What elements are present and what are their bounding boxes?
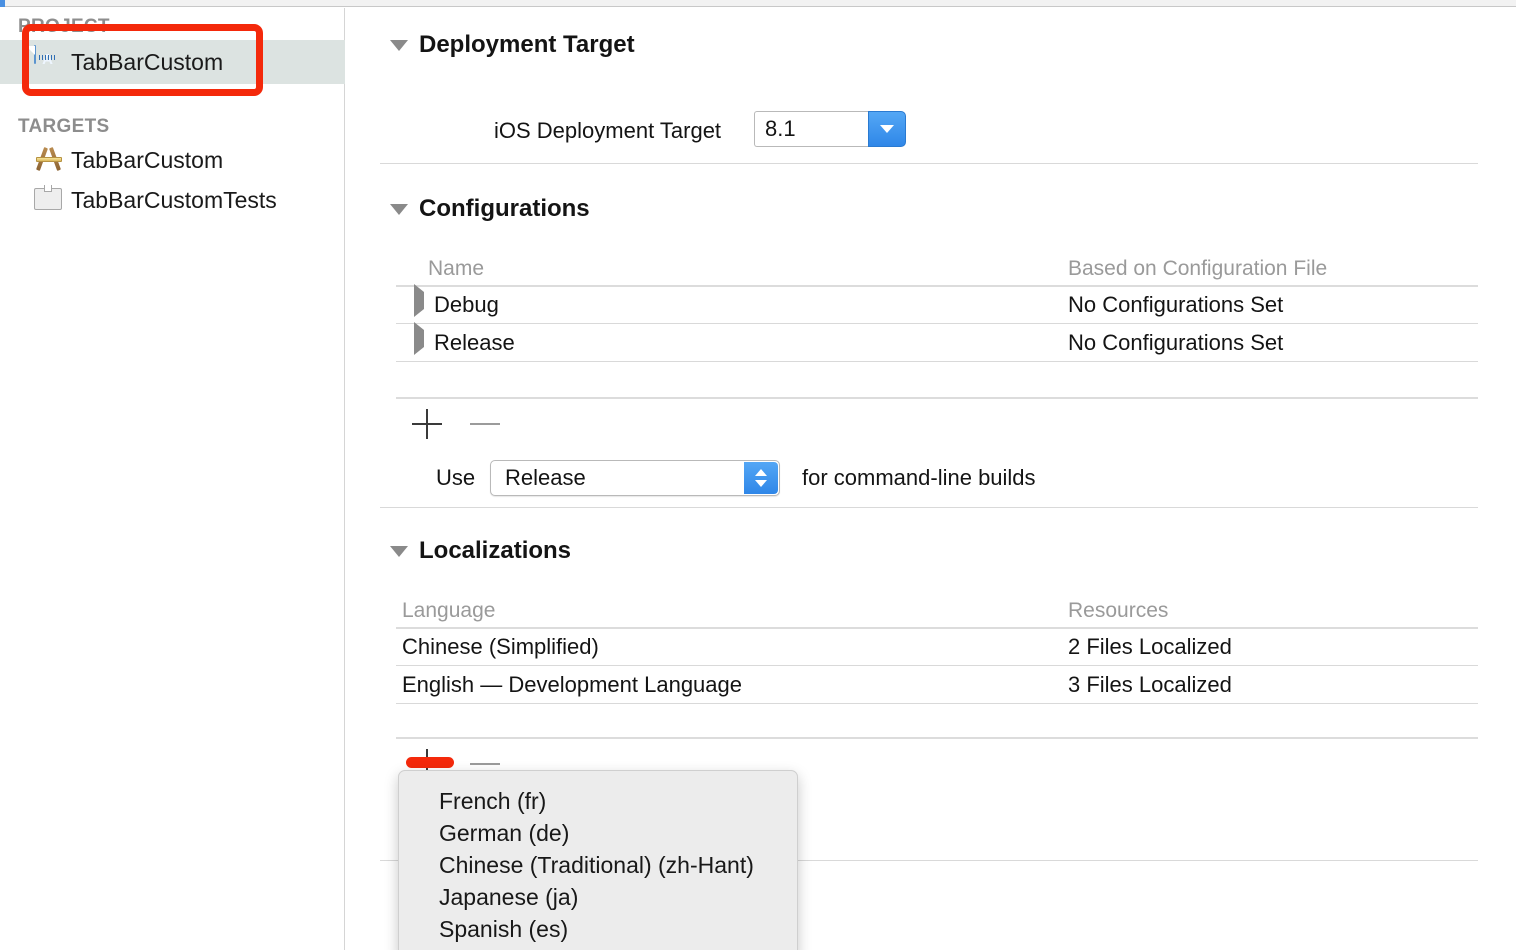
- configurations-section-header[interactable]: Configurations: [390, 195, 590, 223]
- disclosure-triangle-down-icon[interactable]: [390, 203, 408, 215]
- configuration-based-on: No Configurations Set: [1068, 292, 1284, 317]
- sidebar-item-target-tabbarcustom[interactable]: TabBarCustom: [0, 138, 345, 182]
- section-divider: [380, 507, 1478, 508]
- table-footer-rule: [396, 737, 1478, 739]
- menu-item-french[interactable]: French (fr): [399, 785, 797, 817]
- chevron-down-icon[interactable]: [868, 111, 906, 147]
- table-header-rule: [396, 285, 1478, 287]
- language-dropdown-menu[interactable]: French (fr) German (de) Chinese (Traditi…: [398, 770, 798, 950]
- row-divider: [396, 665, 1478, 666]
- row-divider: [396, 323, 1478, 324]
- window-top-strip: [0, 0, 1516, 7]
- disclosure-triangle-right-icon[interactable]: [414, 322, 424, 355]
- xcode-project-icon: A: [34, 45, 62, 78]
- configuration-based-on: No Configurations Set: [1068, 330, 1284, 355]
- section-title: Localizations: [419, 537, 572, 564]
- deployment-target-section-header[interactable]: Deployment Target: [390, 31, 635, 59]
- sidebar-item-label: TabBarCustomTests: [71, 186, 277, 213]
- command-line-build-configuration-popup[interactable]: Release: [490, 460, 780, 496]
- test-bundle-icon: [34, 184, 62, 216]
- column-header-name: Name: [428, 257, 485, 280]
- localization-resources: 3 Files Localized: [1068, 672, 1232, 697]
- app-target-icon: [34, 144, 62, 176]
- ios-deployment-target-label: iOS Deployment Target: [494, 118, 722, 143]
- sidebar-item-label: TabBarCustom: [71, 48, 224, 75]
- add-configuration-button[interactable]: [412, 409, 442, 439]
- table-header-rule: [396, 627, 1478, 629]
- chevron-up-down-icon[interactable]: [744, 462, 778, 494]
- localizations-section-header[interactable]: Localizations: [390, 537, 571, 565]
- menu-item-german[interactable]: German (de): [399, 817, 797, 849]
- use-label: Use: [436, 465, 476, 490]
- top-accent-mark: [0, 0, 5, 7]
- sidebar-item-target-tabbarcustomtests[interactable]: TabBarCustomTests: [0, 178, 345, 222]
- disclosure-triangle-down-icon[interactable]: [390, 39, 408, 51]
- targets-group-header: TARGETS: [18, 116, 110, 137]
- sidebar-item-label: TabBarCustom: [71, 146, 224, 173]
- project-group-header: PROJECT: [18, 16, 110, 37]
- menu-item-japanese[interactable]: Japanese (ja): [399, 881, 797, 913]
- configuration-name: Release: [434, 330, 515, 355]
- xcode-project-editor: PROJECT A TabBarCustom TARGETS TabBarCus…: [0, 0, 1516, 950]
- ios-deployment-target-value[interactable]: 8.1: [754, 111, 868, 147]
- menu-item-spanish[interactable]: Spanish (es): [399, 913, 797, 945]
- remove-configuration-button[interactable]: [470, 409, 500, 439]
- column-header-resources: Resources: [1068, 599, 1169, 622]
- for-command-line-builds-label: for command-line builds: [802, 465, 1036, 490]
- selected-configuration: Release: [505, 465, 586, 490]
- section-divider: [380, 163, 1478, 164]
- project-navigator-sidebar: PROJECT A TabBarCustom TARGETS TabBarCus…: [0, 8, 345, 950]
- section-title: Deployment Target: [419, 31, 635, 58]
- configuration-name: Debug: [434, 292, 499, 317]
- menu-item-chinese-traditional[interactable]: Chinese (Traditional) (zh-Hant): [399, 849, 797, 881]
- disclosure-triangle-down-icon[interactable]: [390, 545, 408, 557]
- localization-language: English — Development Language: [402, 672, 743, 697]
- sidebar-item-project-tabbarcustom[interactable]: A TabBarCustom: [0, 40, 345, 84]
- column-header-language: Language: [402, 599, 496, 622]
- disclosure-triangle-right-icon[interactable]: [414, 284, 424, 317]
- table-footer-rule: [396, 397, 1478, 399]
- localization-resources: 2 Files Localized: [1068, 634, 1232, 659]
- row-divider: [396, 361, 1478, 362]
- ios-deployment-target-combobox[interactable]: 8.1: [754, 111, 906, 147]
- localization-language: Chinese (Simplified): [402, 634, 599, 659]
- section-title: Configurations: [419, 195, 590, 222]
- column-header-based-on: Based on Configuration File: [1068, 257, 1328, 280]
- row-divider: [396, 703, 1478, 704]
